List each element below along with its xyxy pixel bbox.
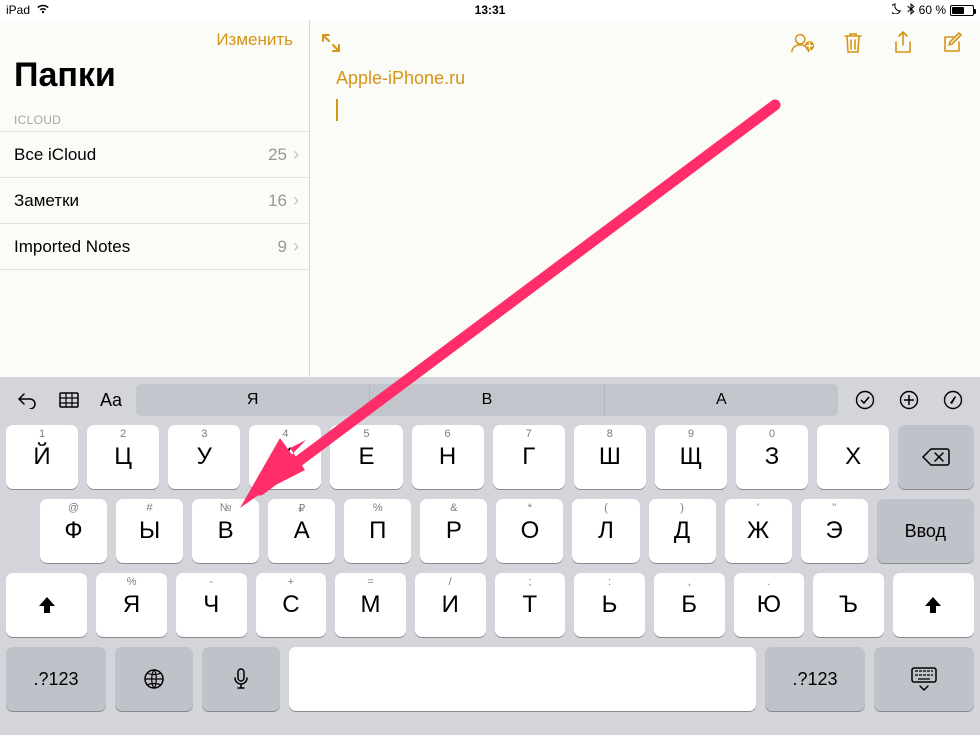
marker-circle-icon[interactable] [936,385,970,415]
key-letter[interactable]: %Я [96,573,167,637]
key-letter[interactable]: /И [415,573,486,637]
dnd-moon-icon [892,3,903,17]
sidebar-title: Папки [0,56,309,105]
folder-all-icloud[interactable]: Все iCloud 25 › [0,131,309,177]
add-person-icon[interactable] [790,30,816,56]
key-letter[interactable]: .Ю [734,573,805,637]
share-icon[interactable] [890,30,916,56]
note-title-link[interactable]: Apple-iPhone.ru [336,68,954,89]
table-icon[interactable] [52,385,86,415]
edit-button[interactable]: Изменить [0,20,309,56]
key-letter[interactable]: 0З [736,425,808,489]
key-letter[interactable]: 2Ц [87,425,159,489]
onscreen-keyboard: Aa Я В А 1Й 2Ц 3У 4К 5Е [0,377,980,735]
undo-icon[interactable] [10,385,44,415]
key-letter[interactable]: (Л [572,499,639,563]
folder-label: Все iCloud [14,145,96,165]
key-letter[interactable]: =М [335,573,406,637]
key-symbols-right[interactable]: .?123 [765,647,865,711]
sidebar-section-icloud: ICLOUD [0,105,309,131]
note-toolbar [310,20,980,60]
key-letter[interactable]: 8Ш [574,425,646,489]
key-letter[interactable]: 1Й [6,425,78,489]
key-letter[interactable]: 9Щ [655,425,727,489]
key-globe[interactable] [115,647,193,711]
text-caret [336,99,338,121]
key-shift-right[interactable] [893,573,974,637]
key-shift-left[interactable] [6,573,87,637]
key-letter[interactable]: @Ф [40,499,107,563]
key-letter[interactable]: *О [496,499,563,563]
check-circle-icon[interactable] [848,385,882,415]
key-backspace[interactable] [898,425,974,489]
key-letter[interactable]: ,Б [654,573,725,637]
folder-count: 16 [268,191,287,211]
key-letter[interactable]: 'Ж [725,499,792,563]
key-letter[interactable]: #Ы [116,499,183,563]
key-letter[interactable]: 3У [168,425,240,489]
folder-label: Заметки [14,191,79,211]
key-letter[interactable]: "Э [801,499,868,563]
key-dictation[interactable] [202,647,280,711]
key-letter[interactable]: №В [192,499,259,563]
keyboard-row-3: %Я -Ч +С =М /И ;Т :Ь ,Б .Ю Ъ [6,573,974,637]
key-letter[interactable]: 5Е [330,425,402,489]
battery-icon [950,5,974,16]
format-icon[interactable]: Aa [94,385,128,415]
suggestion-2[interactable]: В [370,384,604,416]
key-letter[interactable]: 4К [249,425,321,489]
chevron-right-icon: › [293,190,299,211]
key-letter[interactable]: 6Н [412,425,484,489]
key-letter[interactable]: %П [344,499,411,563]
bluetooth-icon [907,3,915,18]
key-letter[interactable]: Ъ [813,573,884,637]
key-letter[interactable]: ;Т [495,573,566,637]
battery-percent: 60 % [919,3,946,17]
statusbar-time: 13:31 [475,3,506,17]
chevron-right-icon: › [293,144,299,165]
device-label: iPad [6,3,30,17]
keyboard-row-4: .?123 .?123 [6,647,974,711]
key-letter[interactable]: :Ь [574,573,645,637]
folder-notes[interactable]: Заметки 16 › [0,177,309,223]
key-letter[interactable]: &Р [420,499,487,563]
key-enter[interactable]: Ввод [877,499,974,563]
expand-icon[interactable] [318,30,344,56]
key-dismiss-keyboard[interactable] [874,647,974,711]
folder-label: Imported Notes [14,237,130,257]
folder-count: 9 [278,237,287,257]
key-letter[interactable]: Х [817,425,889,489]
keyboard-row-2: @Ф #Ы №В ₽А %П &Р *О (Л )Д 'Ж "Э Ввод [6,499,974,563]
key-letter[interactable]: ₽А [268,499,335,563]
status-bar: iPad 13:31 60 % [0,0,980,20]
key-letter[interactable]: +С [256,573,327,637]
compose-icon[interactable] [940,30,966,56]
chevron-right-icon: › [293,236,299,257]
suggestion-bar: Я В А [136,384,838,416]
folder-imported[interactable]: Imported Notes 9 › [0,223,309,270]
folder-count: 25 [268,145,287,165]
suggestion-3[interactable]: А [605,384,838,416]
wifi-icon [36,3,50,17]
plus-circle-icon[interactable] [892,385,926,415]
suggestion-1[interactable]: Я [136,384,370,416]
trash-icon[interactable] [840,30,866,56]
key-symbols-left[interactable]: .?123 [6,647,106,711]
key-letter[interactable]: 7Г [493,425,565,489]
key-letter[interactable]: -Ч [176,573,247,637]
keyboard-row-1: 1Й 2Ц 3У 4К 5Е 6Н 7Г 8Ш 9Щ 0З Х [6,425,974,489]
key-letter[interactable]: )Д [649,499,716,563]
key-space[interactable] [289,647,756,711]
